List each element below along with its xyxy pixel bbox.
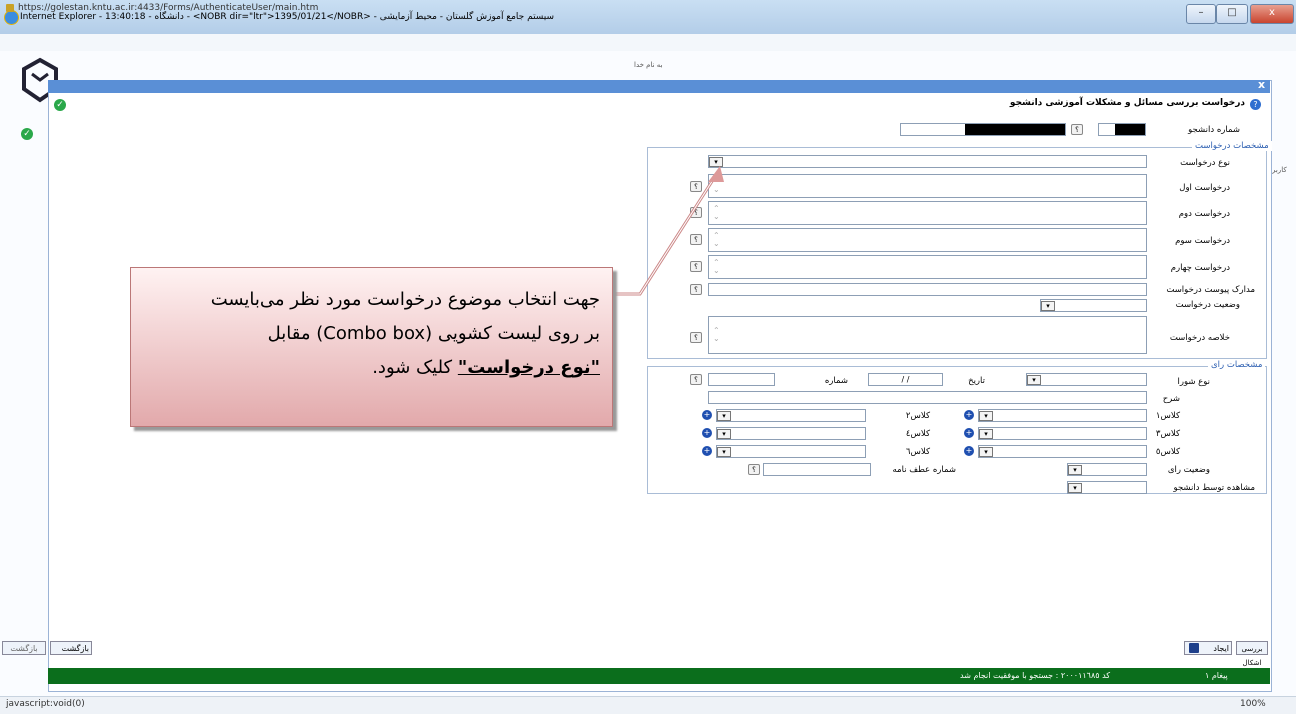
class1-dropdown-arrow[interactable]: ▾ <box>979 411 993 421</box>
vote-status-dropdown-arrow[interactable]: ▾ <box>1068 465 1082 475</box>
maximize-button[interactable]: □ <box>1216 4 1248 24</box>
callout-line-2: بر روی لیست کشویی (Combo box) مقابل <box>267 323 600 344</box>
request-type-label: نوع درخواست <box>1180 158 1230 168</box>
message-count[interactable]: ۱ پیغام <box>1205 671 1228 680</box>
outer-back-button[interactable]: بازگشت <box>2 641 46 655</box>
callout-highlight: "نوع درخواست" <box>457 357 600 378</box>
class6-dropdown-arrow[interactable]: ▾ <box>717 447 731 457</box>
zoom-level[interactable]: 100% <box>1240 699 1266 709</box>
close-button[interactable]: x <box>1250 4 1294 24</box>
save-icon <box>1189 643 1199 653</box>
class4-combobox[interactable] <box>716 427 866 440</box>
class5-add-icon[interactable]: + <box>964 446 974 456</box>
help-icon[interactable]: ? <box>1250 99 1261 110</box>
class4-dropdown-arrow[interactable]: ▾ <box>717 429 731 439</box>
check-icon: ✓ <box>21 128 33 140</box>
class6-combobox[interactable] <box>716 445 866 458</box>
address-bar[interactable] <box>0 34 1296 52</box>
page-header: به نام خدا <box>634 61 663 69</box>
vote-status-label: وضعیت رای <box>1167 465 1210 475</box>
dialog-check-icon: ✓ <box>54 99 66 111</box>
request3-textarea[interactable]: ⌃ ⌄ <box>708 228 1147 252</box>
window-title: Internet Explorer - دانشگاه - 13:40:18 -… <box>20 12 555 22</box>
letter-number-label: شماره عطف نامه <box>892 465 957 475</box>
request1-textarea[interactable]: ⌃⌄ <box>708 174 1147 198</box>
date-label: تاریخ <box>968 376 985 386</box>
summary-label: خلاصه درخواست <box>1169 333 1230 343</box>
letter-number-input[interactable] <box>763 463 871 476</box>
back-button[interactable]: بازگشت <box>50 641 92 655</box>
vote-legend: مشخصات رای <box>1208 360 1266 370</box>
summary-textarea[interactable]: ⌃ ⌄ <box>708 316 1147 354</box>
description-input[interactable] <box>708 391 1147 404</box>
description-label: شرح <box>1162 394 1180 404</box>
request2-textarea[interactable]: ⌃ ⌄ <box>708 201 1147 225</box>
number-input[interactable] <box>708 373 775 386</box>
class4-add-icon[interactable]: + <box>702 428 712 438</box>
callout-text: جهت انتخاب موضوع درخواست مورد نظر می‌بای… <box>145 283 600 385</box>
class2-add-icon[interactable]: + <box>702 410 712 420</box>
request1-label: درخواست اول <box>1179 183 1230 193</box>
number-label: شماره <box>824 376 848 386</box>
form-title: درخواست بررسی مسائل و مشکلات آموزشی دانش… <box>1009 98 1245 108</box>
minimize-button[interactable]: – <box>1186 4 1216 24</box>
side-label-user: کاربر <box>1272 166 1287 174</box>
url-text[interactable]: https://golestan.kntu.ac.ir:4433/Forms/A… <box>18 3 318 13</box>
class2-dropdown-arrow[interactable]: ▾ <box>717 411 731 421</box>
request-type-combobox[interactable] <box>708 155 1147 168</box>
summary-help-button[interactable]: ؟ <box>690 332 702 343</box>
class1-add-icon[interactable]: + <box>964 410 974 420</box>
number-help-button[interactable]: ؟ <box>690 374 702 385</box>
class6-label: کلاس٦ <box>905 447 930 457</box>
class1-combobox[interactable] <box>978 409 1147 422</box>
date-input[interactable]: / / <box>868 373 943 386</box>
class5-dropdown-arrow[interactable]: ▾ <box>979 447 993 457</box>
student-view-label: مشاهده توسط دانشجو <box>1173 483 1255 493</box>
callout-line-3: "نوع درخواست" کلیک شود. <box>145 351 600 385</box>
status-url-text: javascript:void(0) <box>6 699 85 709</box>
student-number-label: شماره دانشجو <box>1188 125 1240 135</box>
dialog-titlebar <box>48 80 1270 93</box>
class3-add-icon[interactable]: + <box>964 428 974 438</box>
council-type-combobox[interactable] <box>1026 373 1147 386</box>
council-type-dropdown-arrow[interactable]: ▾ <box>1027 375 1041 385</box>
status-message: کد ۲۰۰۰۱۱٦۸٥ : جستجو با موفقیت انجام شد <box>960 671 1111 680</box>
request-legend: مشخصات درخواست <box>1192 141 1272 151</box>
class3-combobox[interactable] <box>978 427 1147 440</box>
request-status-combobox[interactable] <box>1040 299 1147 312</box>
attachments-input[interactable] <box>708 283 1147 296</box>
student-number-input[interactable] <box>1098 123 1146 136</box>
request-status-dropdown-arrow[interactable]: ▾ <box>1041 301 1055 311</box>
student-name-field <box>900 123 1066 136</box>
class3-label: کلاس۳ <box>1155 429 1180 439</box>
class2-label: کلاس۲ <box>905 411 930 421</box>
request2-label: درخواست دوم <box>1178 209 1230 219</box>
class4-label: کلاس٤ <box>905 429 930 439</box>
class6-add-icon[interactable]: + <box>702 446 712 456</box>
class2-combobox[interactable] <box>716 409 866 422</box>
request4-textarea[interactable]: ⌃ ⌄ <box>708 255 1147 279</box>
class3-dropdown-arrow[interactable]: ▾ <box>979 429 993 439</box>
callout-arrow <box>614 166 724 296</box>
class1-label: کلاس۱ <box>1155 411 1180 421</box>
callout-line-3-rest: کلیک شود. <box>372 357 458 378</box>
council-type-label: نوع شورا <box>1177 377 1210 387</box>
review-button[interactable]: بررسی اشکال <box>1236 641 1268 667</box>
callout-line-1: جهت انتخاب موضوع درخواست مورد نظر می‌بای… <box>210 289 600 310</box>
letter-number-help-button[interactable]: ؟ <box>748 464 760 475</box>
student-number-help-button[interactable]: ؟ <box>1071 124 1083 135</box>
attachments-label: مدارک پیوست درخواست <box>1166 285 1255 295</box>
request-status-label: وضعیت درخواست <box>1175 300 1240 310</box>
browser-status-bar <box>0 696 1296 714</box>
student-view-dropdown-arrow[interactable]: ▾ <box>1068 483 1082 493</box>
lock-icon <box>6 4 14 12</box>
request4-label: درخواست چهارم <box>1170 263 1230 273</box>
request3-label: درخواست سوم <box>1175 236 1230 246</box>
class5-combobox[interactable] <box>978 445 1147 458</box>
class5-label: کلاس٥ <box>1155 447 1180 457</box>
ie-logo-icon <box>4 10 19 25</box>
dialog-close-button[interactable]: x <box>1258 78 1265 91</box>
